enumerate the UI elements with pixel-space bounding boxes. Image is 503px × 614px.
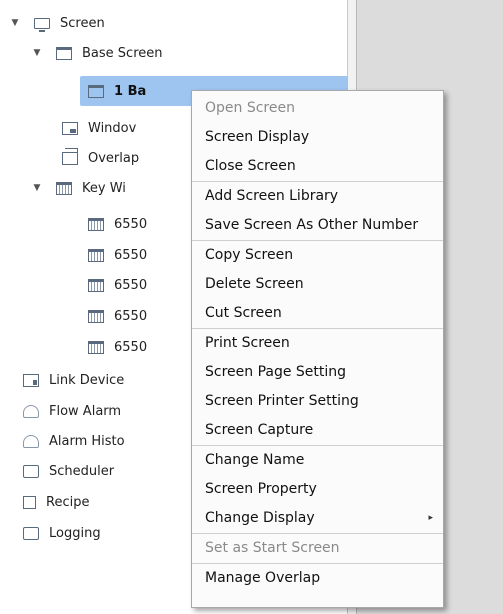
tree-item-key-window[interactable]: ▼ Key Wi [30,173,126,203]
window-screen-icon [62,121,78,135]
submenu-arrow-icon: ▸ [428,513,433,523]
tree-item-scheduler[interactable]: Scheduler [23,456,114,486]
menu-item-change-display[interactable]: Change Display ▸ [192,504,443,533]
tree-item-label: 6550 [114,308,148,324]
menu-item-screen-page-setting[interactable]: Screen Page Setting [192,358,443,387]
menu-item-close-screen[interactable]: Close Screen [192,152,443,181]
tree-item-label: 6550 [114,216,148,232]
menu-item-screen-printer-setting[interactable]: Screen Printer Setting [192,387,443,416]
tree-item-overlap[interactable]: Overlap [62,143,139,173]
tree-item-label: 6550 [114,277,148,293]
tree-item-label: Logging [49,525,101,541]
flow-alarm-icon [23,404,39,418]
menu-item-change-name[interactable]: Change Name [192,446,443,475]
menu-item-save-screen-as-other-number[interactable]: Save Screen As Other Number [192,211,443,240]
base-screen-icon [88,84,104,98]
tree-item-label: 6550 [114,247,148,263]
tree-item-key[interactable]: 6550 [88,332,147,362]
tree-item-label: Base Screen [82,45,163,61]
menu-item-open-screen: Open Screen [205,100,295,116]
context-menu: Open Screen Screen Display Close Screen … [191,90,444,608]
link-device-icon [23,373,39,387]
recipe-icon [23,495,36,509]
menu-item-manage-overlap[interactable]: Manage Overlap [192,564,443,593]
tree-item-key[interactable]: 6550 [88,270,147,300]
keypad-icon [88,309,104,323]
menu-item-screen-property[interactable]: Screen Property [192,475,443,504]
tree-item-window[interactable]: Windov [62,113,136,143]
tree-item-label: Scheduler [49,463,115,479]
scheduler-icon [23,464,39,478]
keypad-icon [88,278,104,292]
keypad-icon [56,181,72,195]
menu-item-cut-screen[interactable]: Cut Screen [192,299,443,328]
menu-item-copy-screen[interactable]: Copy Screen [192,241,443,270]
base-screen-icon [56,46,72,60]
tree-item-alarm-history[interactable]: Alarm Histo [23,426,125,456]
tree-item-link-device[interactable]: Link Device [23,365,124,395]
alarm-history-icon [23,434,39,448]
expand-arrow-icon[interactable]: ▼ [30,48,44,58]
monitor-icon [34,17,50,32]
keypad-icon [88,248,104,262]
tree-item-label: Link Device [49,372,125,388]
tree-item-base-screen[interactable]: ▼ Base Screen [30,38,163,68]
tree-item-label: Flow Alarm [49,403,122,419]
tree-item-logging[interactable]: Logging [23,518,101,548]
tree-item-key[interactable]: 6550 [88,209,147,239]
menu-item-add-screen-library[interactable]: Add Screen Library [192,182,443,211]
tree-item-label: Screen [60,15,105,31]
tree-item-label: 1 Ba [114,83,147,99]
menu-item-screen-display[interactable]: Screen Display [192,123,443,152]
menu-item-screen-capture[interactable]: Screen Capture [192,416,443,445]
tree-item-label: 6550 [114,339,148,355]
menu-item-label: Change Display [205,510,315,526]
tree-item-screen[interactable]: ▼ Screen [8,8,105,38]
menu-item-delete-screen[interactable]: Delete Screen [192,270,443,299]
tree-item-label: Alarm Histo [49,433,125,449]
overlap-screen-icon [62,147,78,165]
keypad-icon [88,217,104,231]
tree-item-label: Windov [88,120,137,136]
expand-arrow-icon[interactable]: ▼ [30,183,44,193]
keypad-icon [88,340,104,354]
menu-item-print-screen[interactable]: Print Screen [192,329,443,358]
tree-item-label: Key Wi [82,180,126,196]
expand-arrow-icon[interactable]: ▼ [8,18,22,28]
tree-item-flow-alarm[interactable]: Flow Alarm [23,396,121,426]
tree-item-key[interactable]: 6550 [88,301,147,331]
menu-item-set-as-start-screen: Set as Start Screen [205,540,340,556]
logging-icon [23,526,39,540]
tree-item-recipe[interactable]: Recipe [23,487,89,517]
tree-item-key[interactable]: 6550 [88,240,147,270]
tree-item-label: Overlap [88,150,140,166]
tree-item-label: Recipe [46,494,90,510]
